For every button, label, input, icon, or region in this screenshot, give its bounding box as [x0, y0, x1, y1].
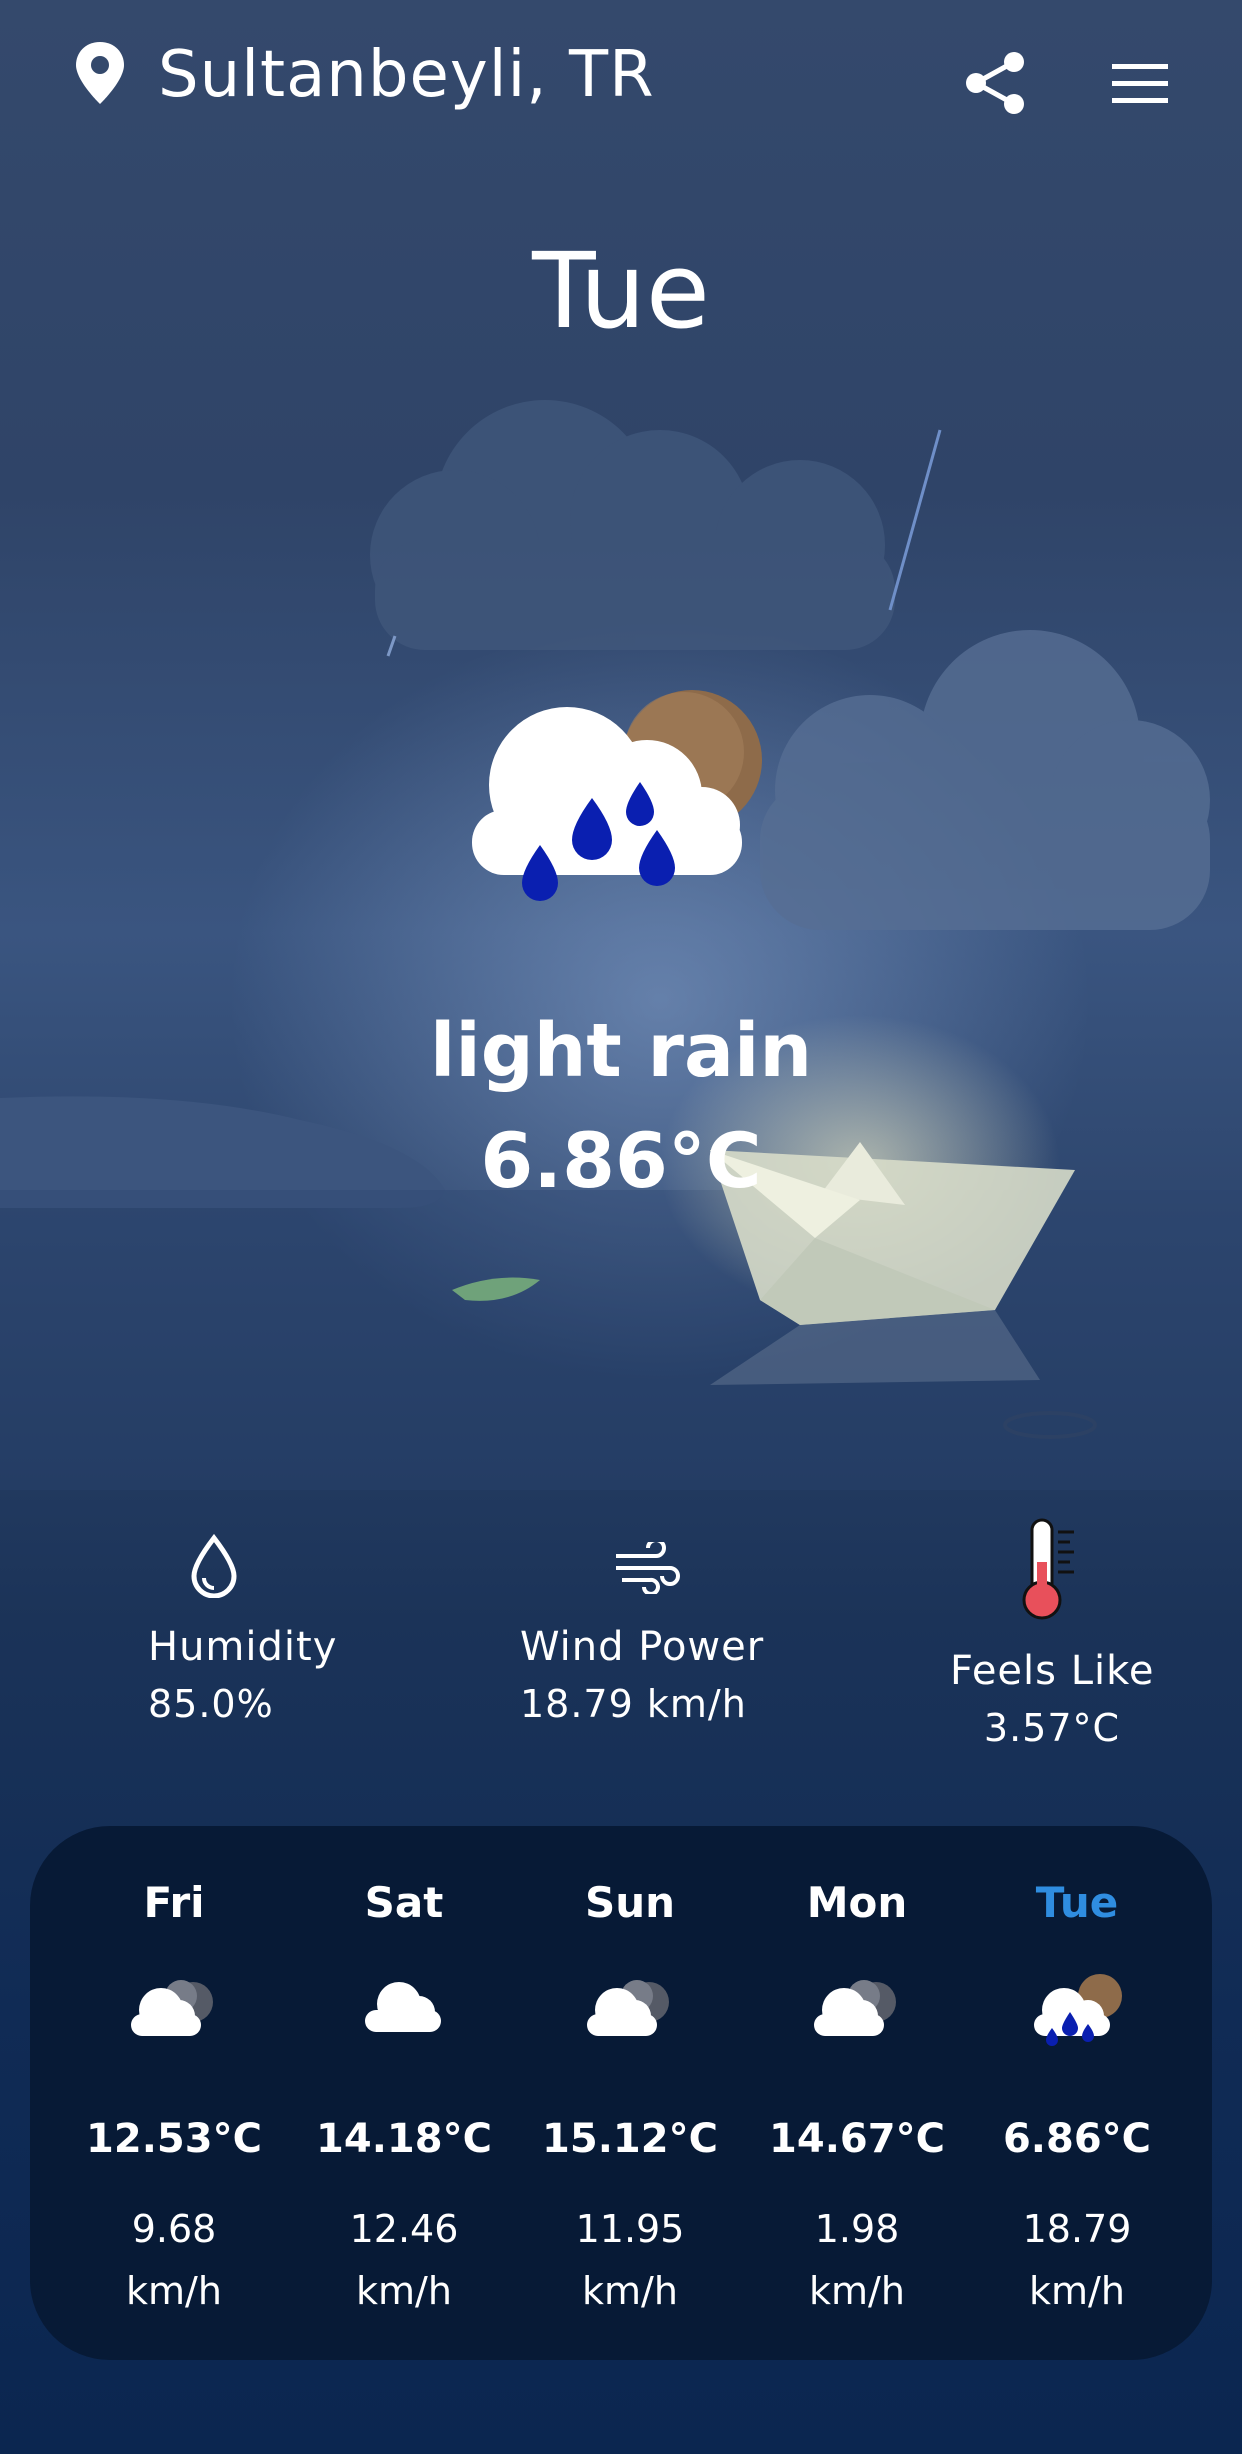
- partly-cloudy-icon: [119, 1968, 229, 2048]
- partly-cloudy-icon: [802, 1968, 912, 2048]
- partly-cloudy-icon: [575, 1968, 685, 2048]
- thermometer-icon: [1022, 1518, 1074, 1620]
- forecast-day-label: Tue: [1035, 1878, 1119, 1927]
- forecast-day-label: Sat: [364, 1878, 444, 1927]
- forecast-wind: 9.68 km/h: [54, 2198, 294, 2322]
- forecast-wind: 12.46 km/h: [284, 2198, 524, 2322]
- wind-icon: [616, 1542, 680, 1594]
- forecast-card: Fri 12.53°C 9.68 km/h Sat 14.18°C 12.46 km/h Sun…: [30, 1826, 1212, 2360]
- menu-icon[interactable]: [1108, 62, 1172, 106]
- forecast-day-label: Sun: [584, 1878, 676, 1927]
- forecast-wind-value: 1.98: [814, 2207, 900, 2251]
- humidity-label: Humidity: [148, 1624, 338, 1670]
- forecast-wind-unit: km/h: [1029, 2269, 1125, 2313]
- humidity-value: 85.0%: [148, 1682, 274, 1726]
- forecast-wind-value: 9.68: [131, 2207, 217, 2251]
- current-day: Tue: [532, 230, 710, 352]
- cloud-icon: [349, 1968, 459, 2048]
- forecast-temperature: 6.86°C: [1002, 2116, 1152, 2162]
- forecast-wind-unit: km/h: [809, 2269, 905, 2313]
- rain-sun-cloud-icon: [472, 690, 762, 901]
- location-label[interactable]: Sultanbeyli, TR: [158, 38, 655, 112]
- forecast-day-label: Fri: [143, 1878, 205, 1927]
- forecast-temperature: 14.18°C: [316, 2116, 492, 2162]
- current-temperature: 6.86°C: [480, 1116, 762, 1205]
- location-pin-icon: [76, 42, 124, 104]
- forecast-temperature: 12.53°C: [86, 2116, 262, 2162]
- top-bar: Sultanbeyli, TR: [0, 0, 1242, 150]
- droplet-icon: [191, 1534, 237, 1598]
- feels-like-label: Feels Like: [950, 1648, 1155, 1694]
- forecast-wind-value: 18.79: [1022, 2207, 1132, 2251]
- forecast-wind-unit: km/h: [582, 2269, 678, 2313]
- forecast-wind-unit: km/h: [356, 2269, 452, 2313]
- forecast-wind: 18.79 km/h: [957, 2198, 1197, 2322]
- feels-like-value: 3.57°C: [983, 1706, 1121, 1750]
- forecast-temperature: 14.67°C: [769, 2116, 945, 2162]
- condition-label: light rain: [430, 1008, 812, 1094]
- forecast-wind: 11.95 km/h: [510, 2198, 750, 2322]
- forecast-wind-value: 11.95: [575, 2207, 685, 2251]
- rain-sun-cloud-icon: [1022, 1968, 1132, 2048]
- forecast-day-label: Mon: [806, 1878, 908, 1927]
- share-icon[interactable]: [964, 50, 1028, 116]
- forecast-temperature: 15.12°C: [542, 2116, 718, 2162]
- forecast-wind: 1.98 km/h: [737, 2198, 977, 2322]
- forecast-wind-value: 12.46: [349, 2207, 459, 2251]
- wind-value: 18.79 km/h: [520, 1682, 747, 1726]
- wind-label: Wind Power: [520, 1624, 765, 1670]
- forecast-wind-unit: km/h: [126, 2269, 222, 2313]
